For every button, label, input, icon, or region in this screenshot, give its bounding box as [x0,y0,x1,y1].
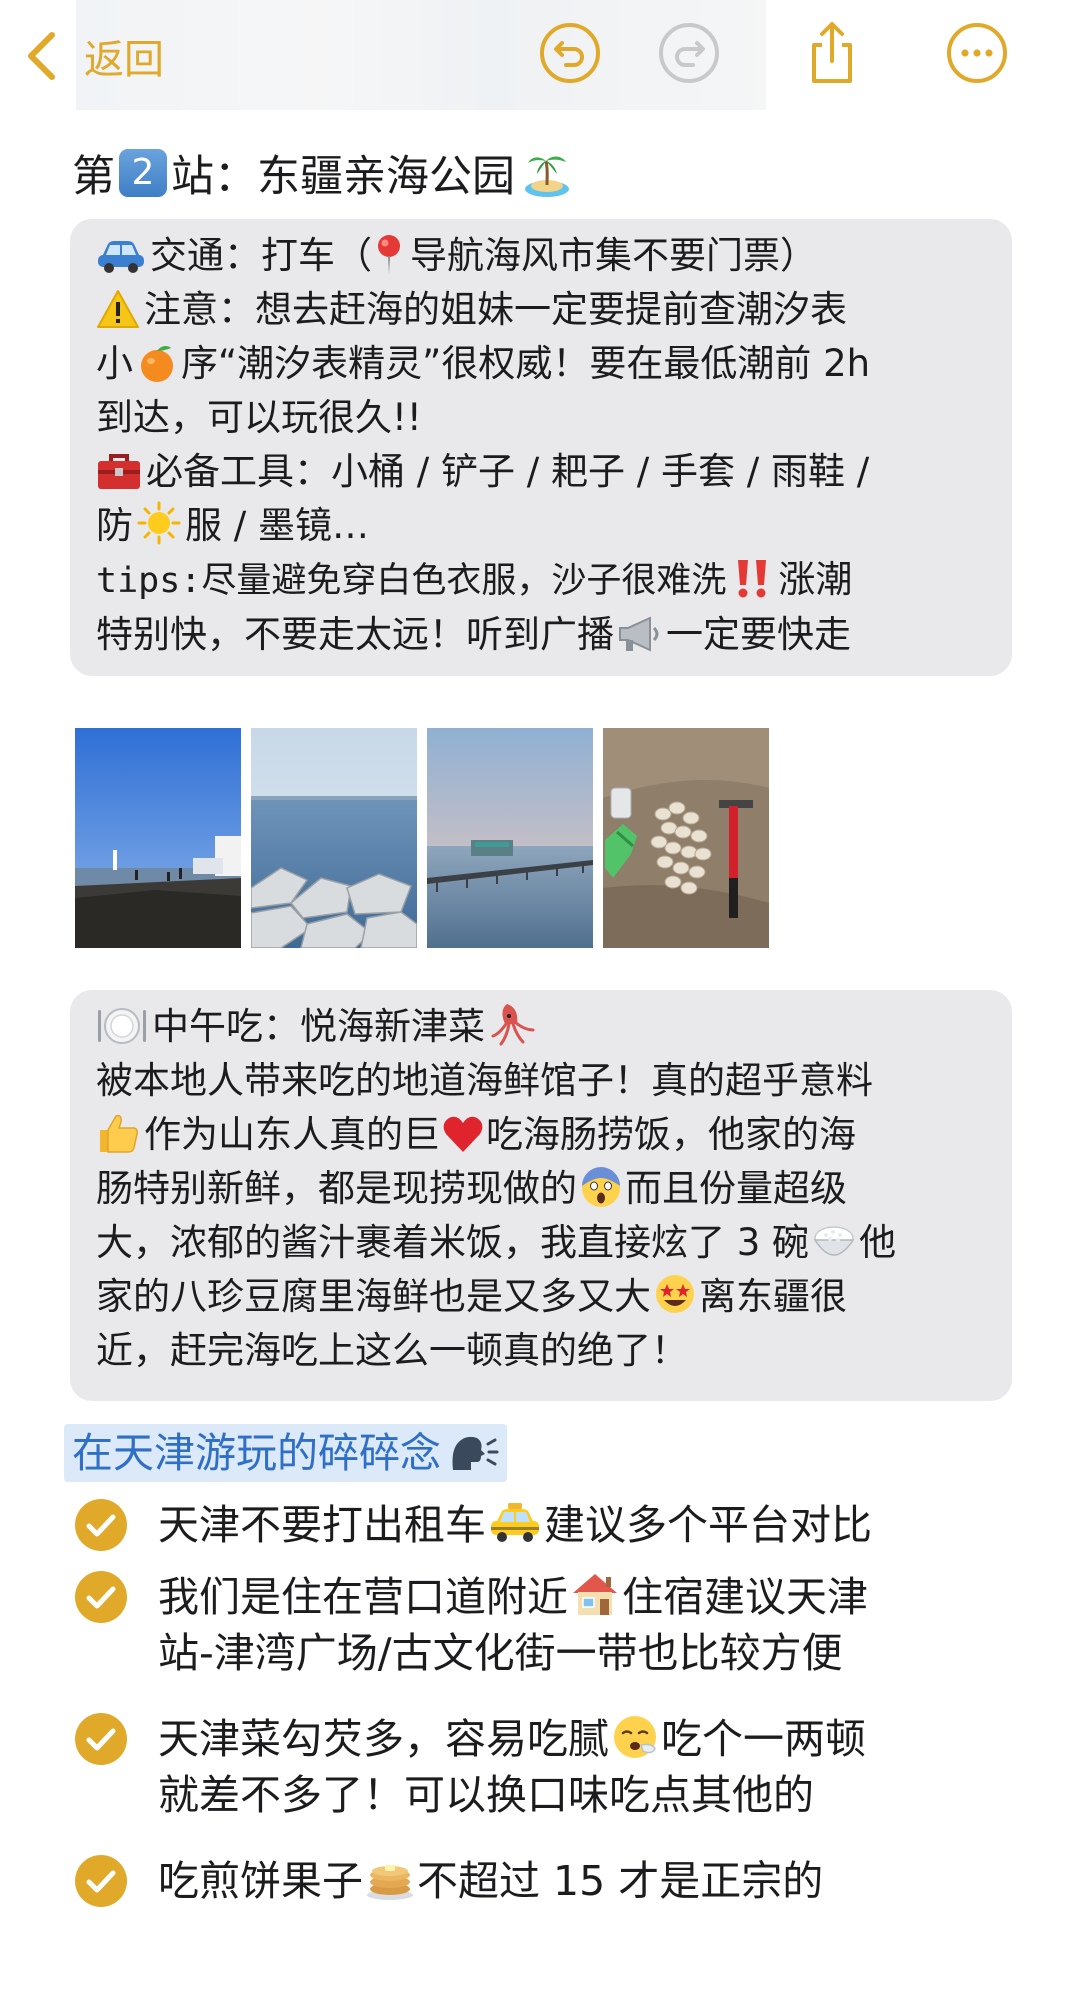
squid-icon [491,1004,535,1046]
undo-icon [540,23,600,83]
photo-thumbnails [75,728,769,948]
transport-callout: 交通：打车（ 导航海风市集不要门票） 注意：想去赶海的姐妹一定要提前查潮汐表 小… [70,219,1012,676]
share-icon [812,22,852,83]
undo-button[interactable] [538,21,602,85]
orange-icon [141,346,173,382]
station-title: 第 2 站：东疆亲海公园 [72,142,573,204]
checklist-line-2: 就差不多了！可以换口味吃点其他的 [158,1771,814,1819]
more-button[interactable] [945,21,1009,85]
checkmark-circle-icon[interactable] [74,1498,128,1552]
list-item: 吃煎饼果子 不超过 15 才是正宗的 [70,1844,1030,1914]
photo-long-pier[interactable] [427,728,593,948]
plate-cutlery-icon [98,1008,146,1044]
screaming-face-icon [582,1167,620,1207]
house-icon [573,1574,617,1615]
notice-line: 注意：想去赶海的姐妹一定要提前查潮汐表 [96,283,990,337]
section-heading: 在天津游玩的碎碎念 [64,1424,507,1482]
share-button[interactable] [800,21,864,85]
photo-pier-blue-sky[interactable] [75,728,241,948]
double-exclamation-icon [738,560,767,598]
checkmark-circle-icon[interactable] [74,1854,128,1908]
number-badge: 2 [119,149,167,197]
checkmark-circle-icon[interactable] [74,1712,128,1766]
lunch-line-1: 被本地人带来吃的地道海鲜馆子！真的超乎意料 [96,1059,873,1102]
redo-button[interactable] [657,21,721,85]
lunch-line-6: 近，赶完海吃上这么一顿真的绝了！ [96,1329,688,1372]
list-item: 天津不要打出租车 建议多个平台对比 [70,1490,1030,1560]
lunch-title: 中午吃：悦海新津菜 [96,1000,990,1054]
section-heading-text: 在天津游玩的碎碎念 [72,1429,441,1477]
checklist-line: 天津不要打出租车 建议多个平台对比 [158,1501,872,1549]
pancakes-icon [367,1865,413,1900]
rice-bowl-icon [813,1226,855,1256]
star-struck-face-icon [656,1275,694,1313]
megaphone-icon [619,616,659,652]
back-button[interactable]: 返回 [26,26,164,86]
checklist-line: 吃煎饼果子 不超过 15 才是正宗的 [158,1857,824,1905]
station-name: 站：东疆亲海公园 [171,152,515,202]
redo-icon [659,23,719,83]
checklist-line: 我们是住在营口道附近 住宿建议天津 [158,1573,868,1621]
tools-line-2: 防 服 / 墨镜… [96,499,990,553]
island-icon [525,156,569,197]
taxi-icon [491,1503,539,1542]
sick-face-icon [614,1716,656,1758]
thumbs-up-icon [100,1114,138,1153]
tools-line: 必备工具：小桶 / 铲子 / 耙子 / 手套 / 雨鞋 / [96,445,990,499]
heart-icon [443,1116,483,1152]
checkmark-circle-icon[interactable] [74,1570,128,1624]
back-label: 返回 [84,37,164,83]
sun-icon [137,501,181,545]
lunch-line-2: 作为山东人真的巨 吃海肠捞饭，他家的海 [96,1108,990,1162]
notice-line-3: 到达，可以玩很久!! [96,396,422,439]
ellipsis-icon [947,23,1007,83]
speaking-head-icon [452,1436,499,1470]
station-prefix: 第 [72,152,115,202]
tips-line: tips:尽量避免穿白色衣服，沙子很难洗 涨潮 [96,558,853,601]
notice-line-2: 小 序“潮汐表精灵”很权威！要在最低潮前 2h [96,342,871,385]
tips-line-2: 特别快，不要走太远！听到广播 一定要快走 [96,613,851,656]
chevron-left-icon [28,32,55,80]
list-item: 天津菜勾芡多，容易吃腻 吃个一两顿 就差不多了！可以换口味吃点其他的 [70,1702,1030,1827]
checklist-line-2: 站-津湾广场/古文化街一带也比较方便 [158,1629,843,1677]
top-toolbar: 返回 [0,0,1080,112]
lunch-line-3: 肠特别新鲜，都是现捞现做的 而且份量超级 [96,1162,990,1216]
photo-sea-rocks[interactable] [251,728,417,948]
lunch-line-5: 家的八珍豆腐里海鲜也是又多又大 离东疆很 [96,1270,990,1324]
warning-icon [97,290,139,328]
lunch-callout: 中午吃：悦海新津菜 被本地人带来吃的地道海鲜馆子！真的超乎意料 作为山东人真的巨… [70,990,1012,1401]
toolbox-icon [98,454,140,489]
list-item: 我们是住在营口道附近 住宿建议天津 站-津湾广场/古文化街一带也比较方便 [70,1560,1030,1685]
car-icon [98,241,144,273]
lunch-line-4: 大，浓郁的酱汁裹着米饭，我直接炫了 3 碗 他 [96,1221,897,1264]
checklist-line: 天津菜勾芡多，容易吃腻 吃个一两顿 [158,1715,866,1763]
pin-icon [378,235,400,274]
photo-clams-and-tools[interactable] [603,728,769,948]
transport-line: 交通：打车（ 导航海风市集不要门票） [96,229,990,283]
